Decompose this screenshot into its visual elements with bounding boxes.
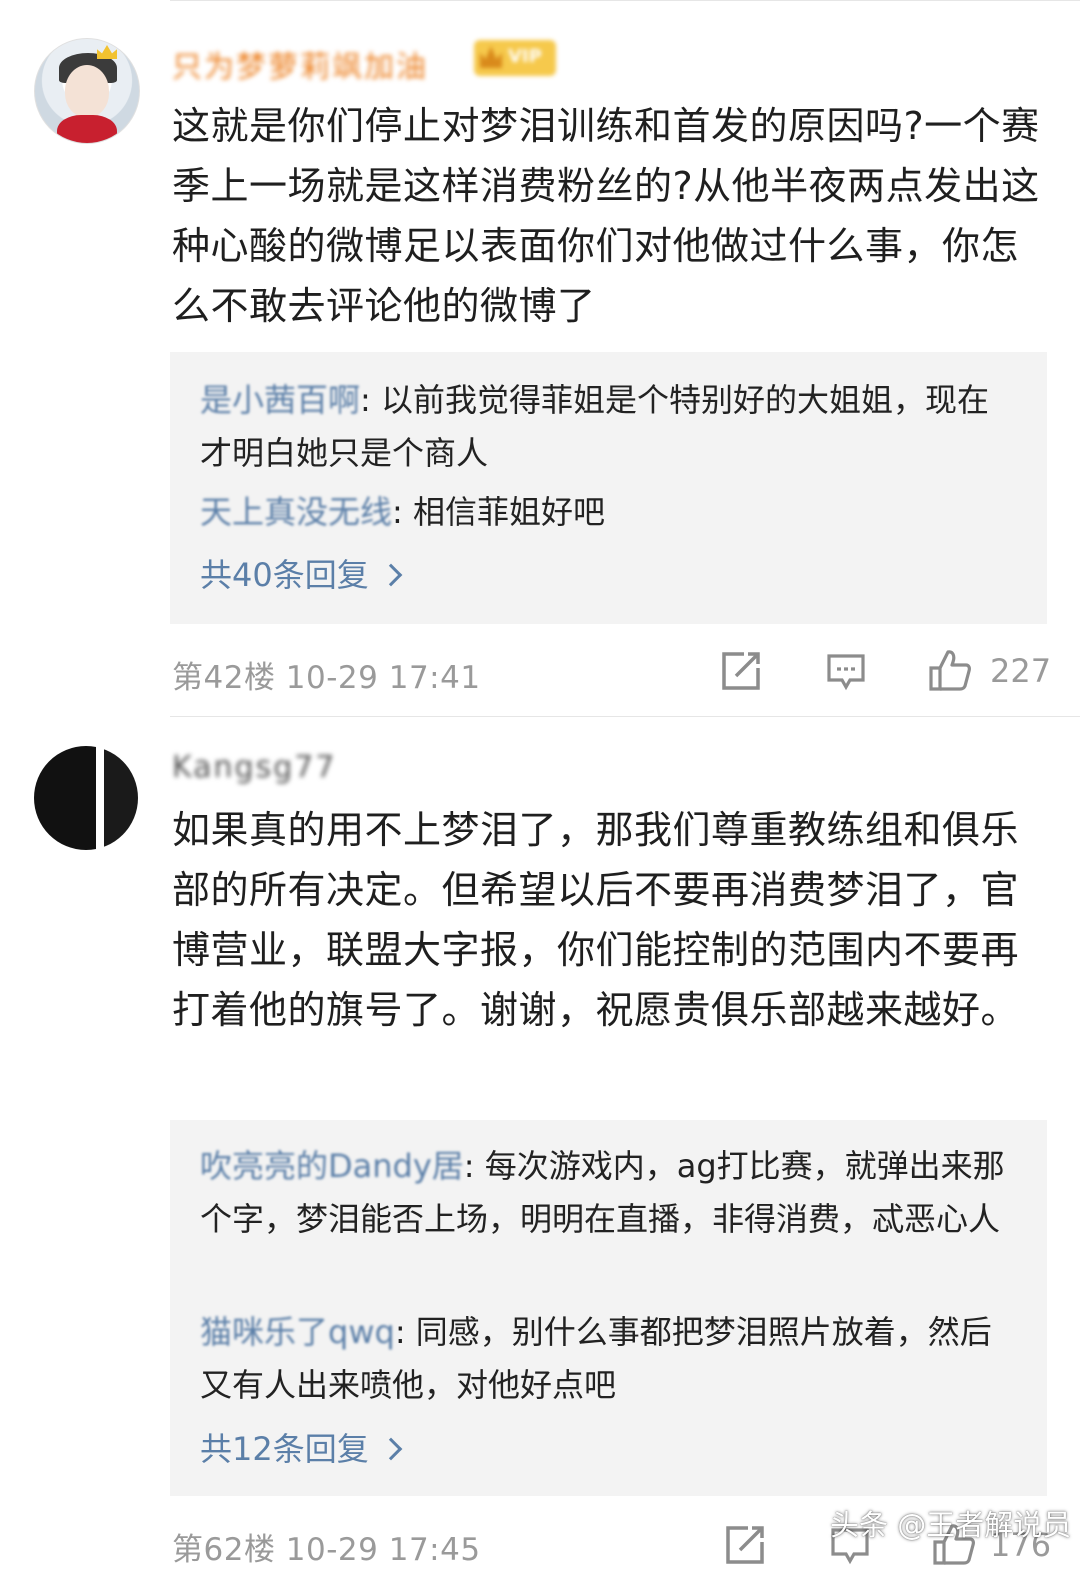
- action-bar: 227: [0, 648, 1080, 698]
- repost-icon[interactable]: [720, 650, 762, 692]
- username[interactable]: 只为梦萝莉飒加油: [172, 42, 428, 86]
- more-replies-link[interactable]: 共40条回复: [200, 550, 403, 596]
- crown-icon: [480, 46, 502, 68]
- reply-author[interactable]: 天上真没无线: [200, 493, 392, 531]
- avatar-shirt: [57, 115, 117, 143]
- chevron-right-icon: [379, 563, 403, 587]
- avatar-shape: [34, 746, 96, 850]
- reply-author[interactable]: 是小茜百啊: [200, 381, 360, 419]
- more-replies-label: 共40条回复: [200, 556, 369, 594]
- reply-box[interactable]: 是小茜百啊: 以前我觉得菲姐是个特别好的大姐姐，现在才明白她只是个商人 天上真没…: [170, 352, 1047, 624]
- reply-item[interactable]: 是小茜百啊: 以前我觉得菲姐是个特别好的大姐姐，现在才明白她只是个商人: [200, 374, 1020, 480]
- comment-text: 这就是你们停止对梦泪训练和首发的原因吗?一个赛季上一场就是这样消费粉丝的?从他半…: [172, 104, 1040, 328]
- top-divider: [170, 0, 1080, 9]
- comment-text: 如果真的用不上梦泪了，那我们尊重教练组和俱乐部的所有决定。但希望以后不要再消费梦…: [172, 808, 1020, 1032]
- vip-badge: VIP: [474, 40, 556, 76]
- reply-item[interactable]: 猫咪乐了qwq: 同感，别什么事都把梦泪照片放着，然后又有人出来喷他，对他好点吧: [200, 1306, 1020, 1412]
- watermark: 头条 @王者解说员: [830, 1508, 1072, 1542]
- repost-icon[interactable]: [724, 1524, 766, 1566]
- reply-author[interactable]: 猫咪乐了qwq: [200, 1313, 395, 1351]
- username[interactable]: Kangsg77: [172, 750, 336, 785]
- reply-item[interactable]: 天上真没无线: 相信菲姐好吧: [200, 486, 1020, 539]
- vip-badge-label: VIP: [508, 46, 542, 67]
- avatar[interactable]: [34, 746, 138, 850]
- crown-icon: [97, 45, 117, 59]
- chevron-right-icon: [379, 1437, 403, 1461]
- like-count: 227: [990, 652, 1052, 690]
- like-icon[interactable]: [928, 648, 972, 692]
- avatar[interactable]: [34, 38, 140, 144]
- reply-box[interactable]: 吹亮亮的Dandy居: 每次游戏内，ag打比赛，就弹出来那个字，梦泪能否上场，明…: [170, 1120, 1047, 1496]
- avatar-shape: [96, 746, 104, 850]
- reply-item[interactable]: 吹亮亮的Dandy居: 每次游戏内，ag打比赛，就弹出来那个字，梦泪能否上场，明…: [200, 1140, 1020, 1246]
- reply-author[interactable]: 吹亮亮的Dandy居: [200, 1147, 464, 1185]
- comment-icon[interactable]: [826, 652, 866, 692]
- reply-text: : 相信菲姐好吧: [392, 493, 605, 531]
- comment-divider: [170, 716, 1080, 717]
- more-replies-link[interactable]: 共12条回复: [200, 1424, 403, 1470]
- avatar-shape: [104, 746, 138, 850]
- more-replies-label: 共12条回复: [200, 1430, 369, 1468]
- avatar-face: [65, 65, 109, 117]
